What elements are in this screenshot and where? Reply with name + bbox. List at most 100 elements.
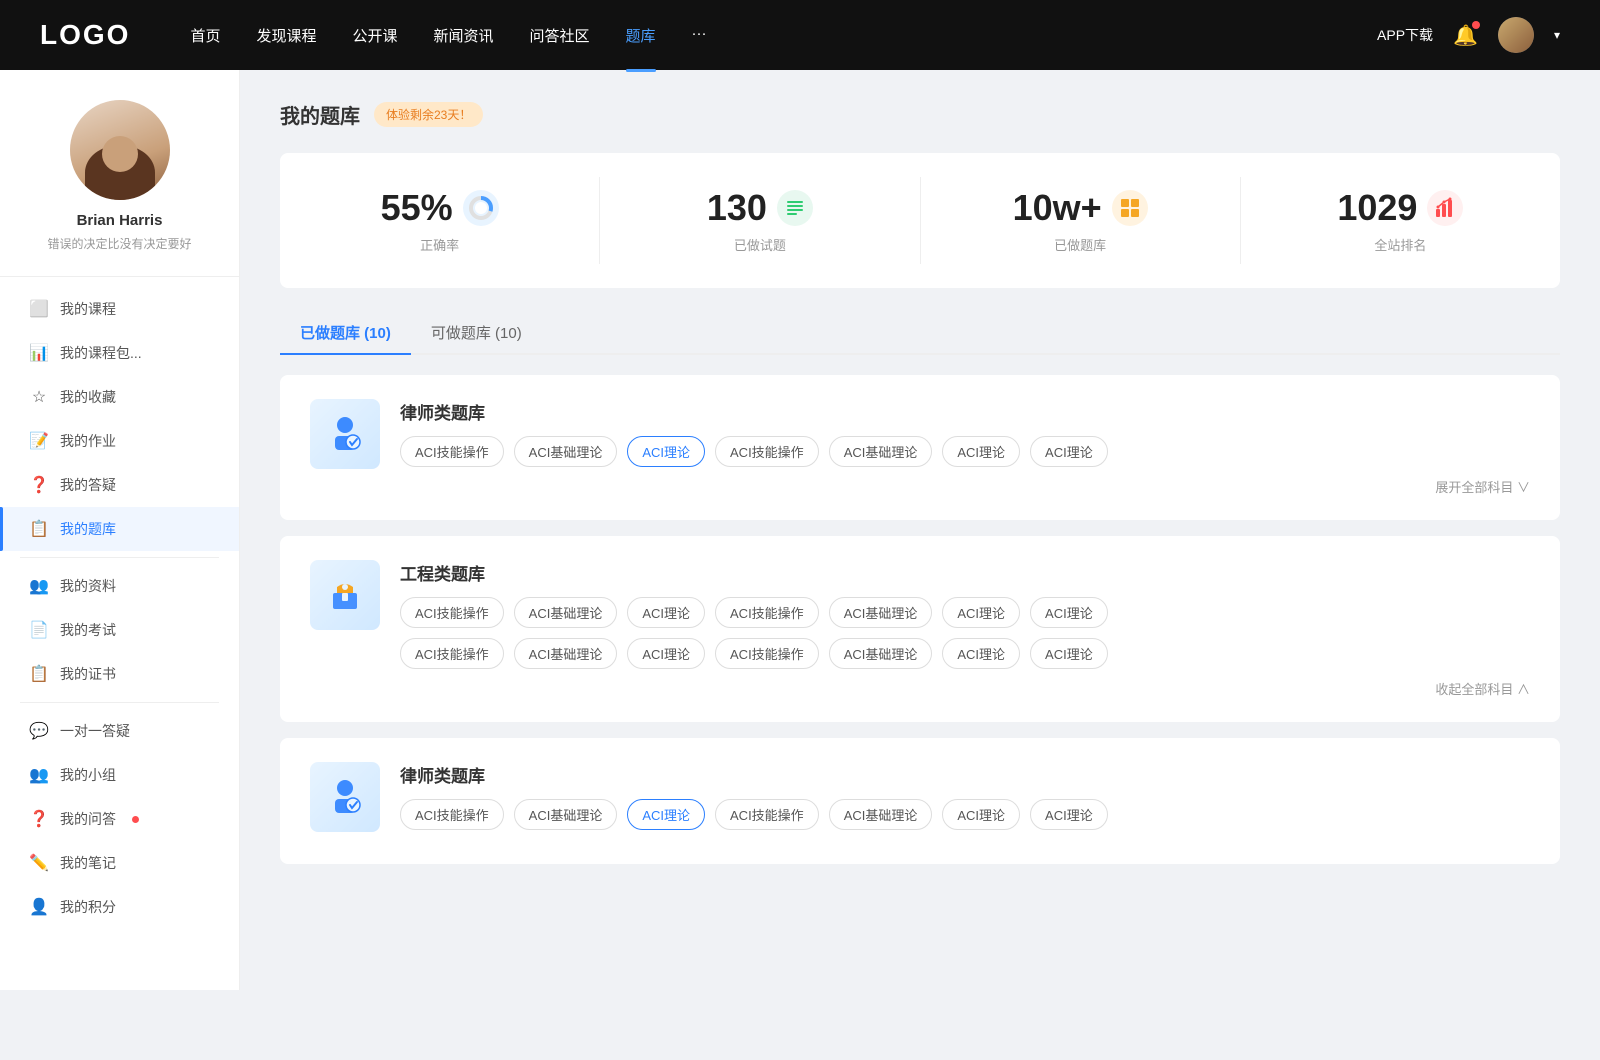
qbank-tags-lawyer1: ACI技能操作 ACI基础理论 ACI理论 ACI技能操作 ACI基础理论 AC… [400,436,1530,467]
stat-rank: 1029 全站排名 [1241,177,1560,264]
sidebar-item-my-homework[interactable]: 📝 我的作业 [0,419,239,463]
l2-tag-6[interactable]: ACI理论 [942,799,1020,830]
app-download-button[interactable]: APP下载 [1377,25,1433,45]
nav-news[interactable]: 新闻资讯 [434,25,494,46]
sidebar-label-my-package: 我的课程包... [60,343,142,363]
sidebar-item-one-on-one[interactable]: 💬 一对一答疑 [0,709,239,753]
stat-rank-row: 1029 [1337,187,1463,229]
sidebar-label-my-exam: 我的考试 [60,620,116,640]
tag-aci-theory-2[interactable]: ACI理论 [942,436,1020,467]
l2-tag-3-active[interactable]: ACI理论 [627,799,705,830]
eng-tag-9[interactable]: ACI基础理论 [514,638,618,669]
sidebar-label-my-qbank: 我的题库 [60,519,116,539]
nav-right: APP下载 🔔 ▾ [1377,17,1560,53]
sidebar-profile: Brian Harris 错误的决定比没有决定要好 [0,100,239,277]
nav-more[interactable]: ··· [692,25,707,46]
stat-accuracy-label: 正确率 [420,235,459,254]
tag-aci-tech-op[interactable]: ACI技能操作 [400,436,504,467]
eng-tag-13[interactable]: ACI理论 [942,638,1020,669]
sidebar-divider-1 [20,557,219,558]
sidebar-item-my-cert[interactable]: 📋 我的证书 [0,652,239,696]
qbank-tags-engineer1-row2: ACI技能操作 ACI基础理论 ACI理论 ACI技能操作 ACI基础理论 AC… [400,638,1530,669]
sidebar-item-my-qbank[interactable]: 📋 我的题库 [0,507,239,551]
profile-name: Brian Harris [77,212,163,229]
qbank-tags-engineer1-row1: ACI技能操作 ACI基础理论 ACI理论 ACI技能操作 ACI基础理论 AC… [400,597,1530,628]
sidebar-label-my-group: 我的小组 [60,765,116,785]
tab-todo[interactable]: 可做题库 (10) [411,312,542,353]
sidebar-label-my-homework: 我的作业 [60,431,116,451]
sidebar-label-my-favorite: 我的收藏 [60,387,116,407]
eng-tag-8[interactable]: ACI技能操作 [400,638,504,669]
question-icon: ❓ [30,810,48,828]
notification-bell[interactable]: 🔔 [1453,23,1478,48]
stat-done-questions-label: 已做试题 [734,235,786,254]
tag-aci-theory-active[interactable]: ACI理论 [627,436,705,467]
avatar[interactable] [1498,17,1534,53]
sidebar-item-my-notes[interactable]: ✏️ 我的笔记 [0,841,239,885]
eng-tag-6[interactable]: ACI理论 [942,597,1020,628]
nav-home[interactable]: 首页 [190,25,220,46]
sidebar-label-my-notes: 我的笔记 [60,853,116,873]
qbank-name-lawyer2: 律师类题库 [400,762,1530,787]
nav-open[interactable]: 公开课 [352,25,397,46]
sidebar-label-my-questions: 我的问答 [60,809,116,829]
qbank-expand-engineer1[interactable]: 收起全部科目 ∧ [400,679,1530,698]
tag-aci-tech-op-2[interactable]: ACI技能操作 [715,436,819,467]
sidebar-item-my-questions[interactable]: ❓ 我的问答 [0,797,239,841]
tag-aci-basic-theory-2[interactable]: ACI基础理论 [829,436,933,467]
l2-tag-7[interactable]: ACI理论 [1030,799,1108,830]
sidebar-item-my-favorite[interactable]: ☆ 我的收藏 [0,375,239,419]
grid-icon [1112,190,1148,226]
tag-aci-basic-theory[interactable]: ACI基础理论 [514,436,618,467]
sidebar-label-my-profile: 我的资料 [60,576,116,596]
l2-tag-4[interactable]: ACI技能操作 [715,799,819,830]
sidebar-item-my-exam[interactable]: 📄 我的考试 [0,608,239,652]
points-icon: 👤 [30,898,48,916]
qbank-header-lawyer2: 律师类题库 ACI技能操作 ACI基础理论 ACI理论 ACI技能操作 ACI基… [310,762,1530,840]
eng-tag-3[interactable]: ACI理论 [627,597,705,628]
sidebar-item-my-course[interactable]: ⬜ 我的课程 [0,287,239,331]
eng-tag-5[interactable]: ACI基础理论 [829,597,933,628]
stat-done-banks-label: 已做题库 [1054,235,1106,254]
eng-tag-12[interactable]: ACI基础理论 [829,638,933,669]
cert-icon: 📋 [30,665,48,683]
stat-done-banks-value: 10w+ [1013,187,1102,229]
chat-icon: 💬 [30,722,48,740]
sidebar-menu: ⬜ 我的课程 📊 我的课程包... ☆ 我的收藏 📝 我的作业 ❓ 我的答疑 📋 [0,277,239,939]
stat-rank-value: 1029 [1337,187,1417,229]
tab-done[interactable]: 已做题库 (10) [280,312,411,353]
list-icon [777,190,813,226]
profile-motto: 错误的决定比没有决定要好 [47,235,191,252]
eng-tag-10[interactable]: ACI理论 [627,638,705,669]
eng-tag-14[interactable]: ACI理论 [1030,638,1108,669]
page-container: Brian Harris 错误的决定比没有决定要好 ⬜ 我的课程 📊 我的课程包… [0,70,1600,990]
nav-qa[interactable]: 问答社区 [530,25,590,46]
eng-tag-7[interactable]: ACI理论 [1030,597,1108,628]
sidebar-item-my-group[interactable]: 👥 我的小组 [0,753,239,797]
tag-aci-theory-3[interactable]: ACI理论 [1030,436,1108,467]
sidebar-item-my-package[interactable]: 📊 我的课程包... [0,331,239,375]
exam-icon: 📄 [30,621,48,639]
qbank-name-lawyer1: 律师类题库 [400,399,1530,424]
avatar-image [70,100,170,200]
eng-tag-11[interactable]: ACI技能操作 [715,638,819,669]
nav-qbank[interactable]: 题库 [626,25,656,46]
sidebar-item-my-qa[interactable]: ❓ 我的答疑 [0,463,239,507]
l2-tag-1[interactable]: ACI技能操作 [400,799,504,830]
eng-tag-1[interactable]: ACI技能操作 [400,597,504,628]
qbank-header-engineer1: 工程类题库 ACI技能操作 ACI基础理论 ACI理论 ACI技能操作 ACI基… [310,560,1530,698]
nav-discover[interactable]: 发现课程 [256,25,316,46]
notification-dot [1472,21,1480,29]
qbank-expand-lawyer1[interactable]: 展开全部科目 ∨ [400,477,1530,496]
qbank-name-engineer1: 工程类题库 [400,560,1530,585]
eng-tag-2[interactable]: ACI基础理论 [514,597,618,628]
l2-tag-5[interactable]: ACI基础理论 [829,799,933,830]
sidebar-item-my-points[interactable]: 👤 我的积分 [0,885,239,929]
eng-tag-4[interactable]: ACI技能操作 [715,597,819,628]
l2-tag-2[interactable]: ACI基础理论 [514,799,618,830]
sidebar-item-my-profile[interactable]: 👥 我的资料 [0,564,239,608]
qbank-icon-lawyer2 [310,762,380,832]
tab-bar: 已做题库 (10) 可做题库 (10) [280,312,1560,355]
course-icon: ⬜ [30,300,48,318]
chevron-down-icon[interactable]: ▾ [1554,28,1560,42]
